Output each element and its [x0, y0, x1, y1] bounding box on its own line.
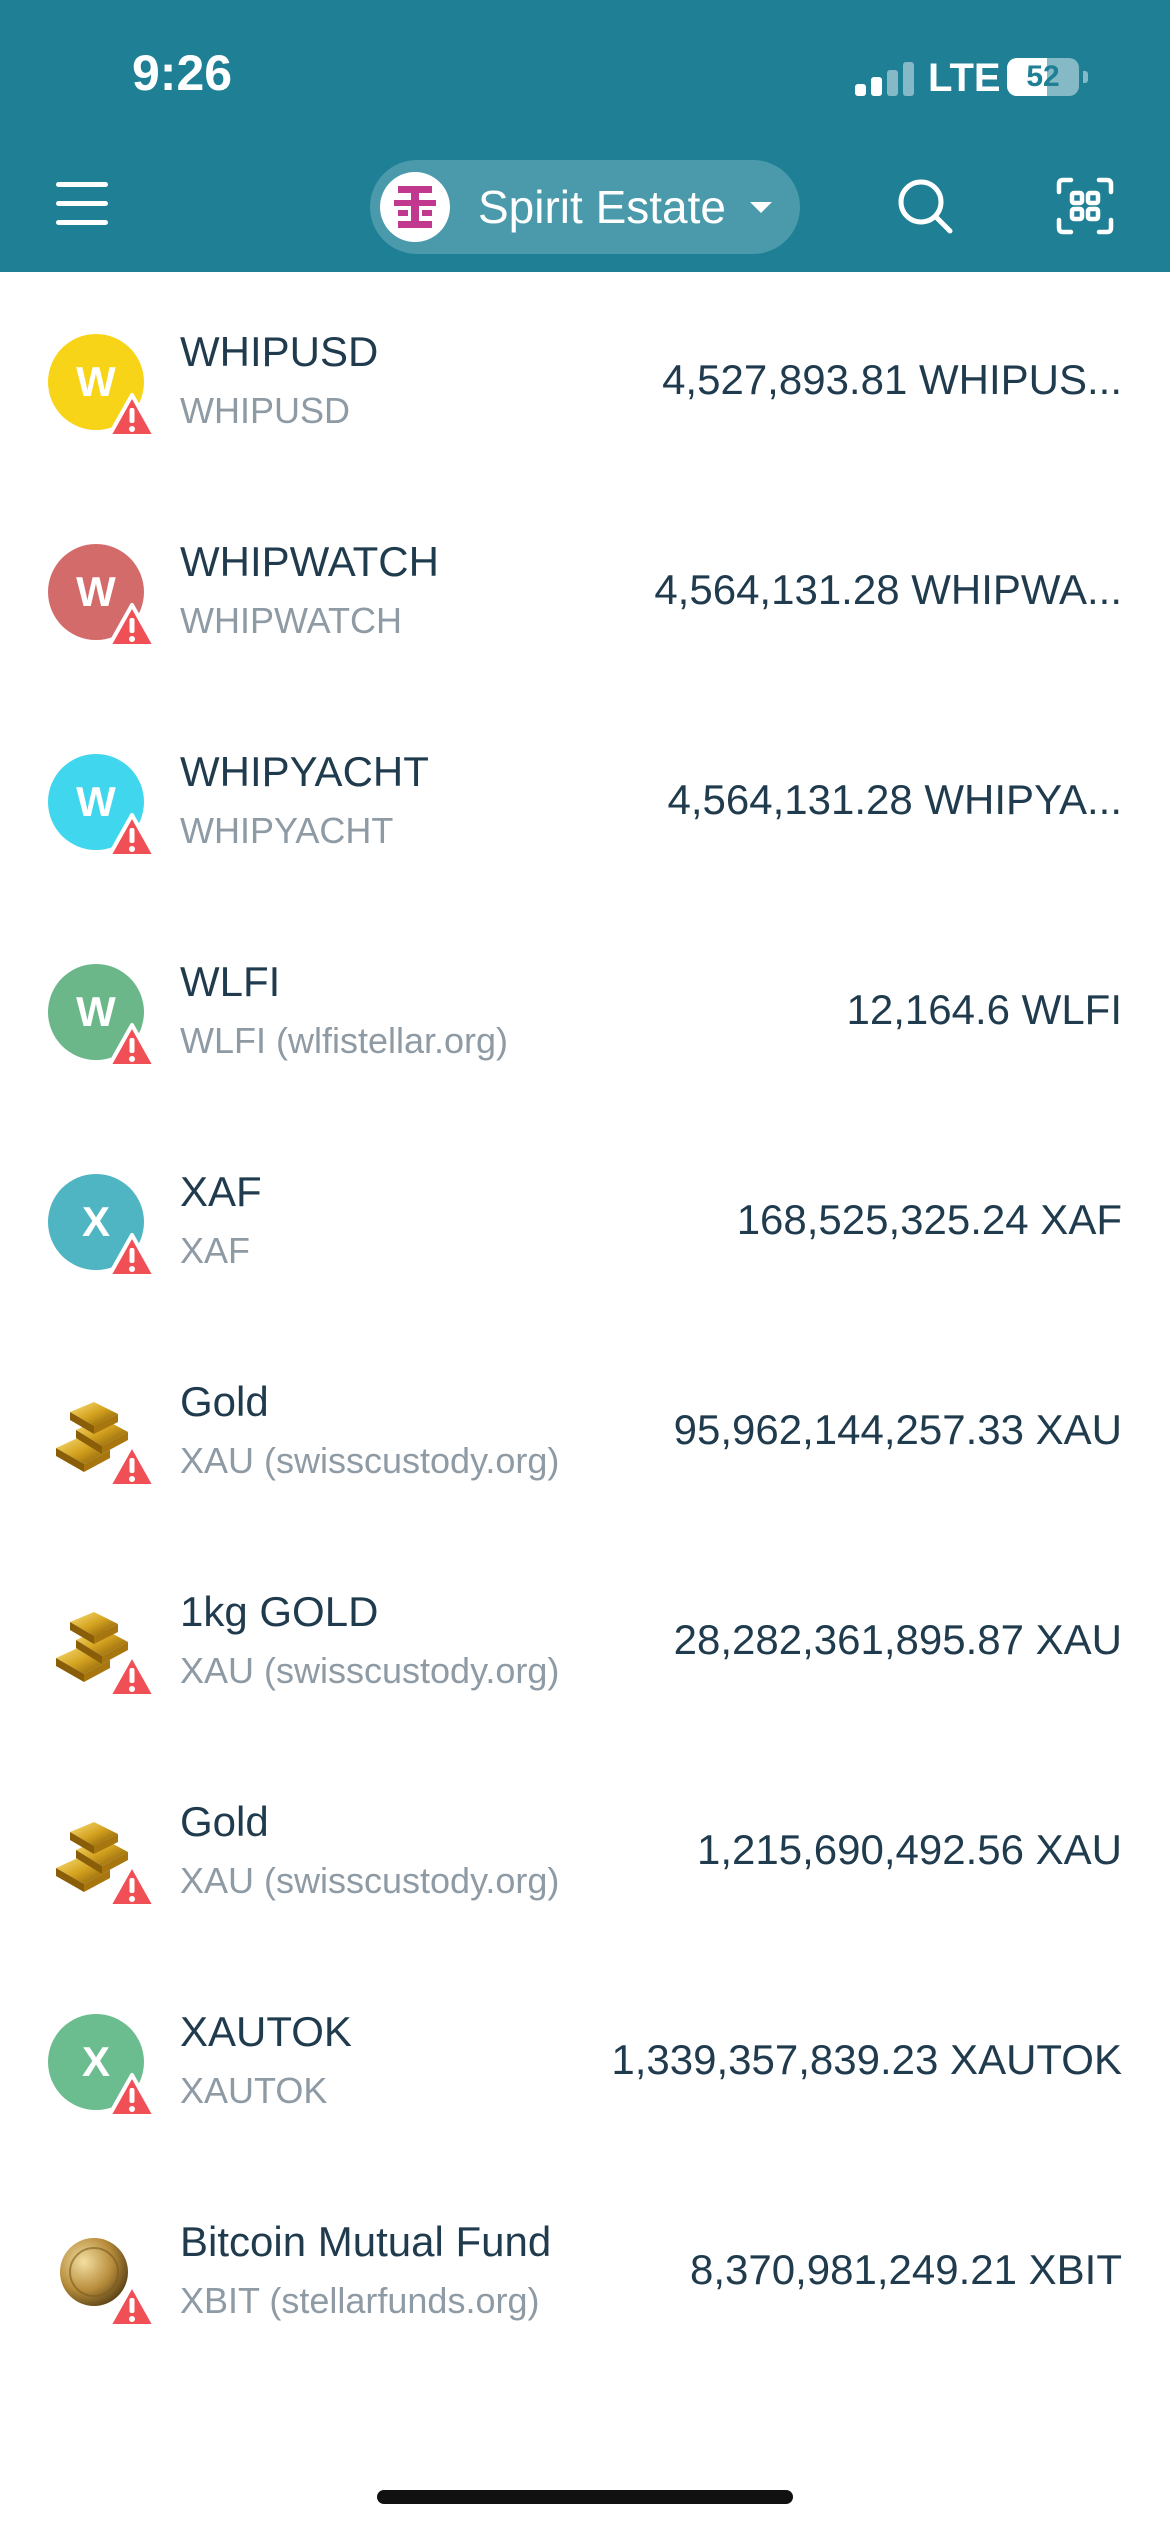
network-type: LTE [928, 56, 1001, 100]
home-indicator[interactable] [377, 2490, 793, 2504]
asset-code: XAF [180, 1230, 251, 1271]
asset-row[interactable]: W WHIPUSD WHIPUSD 4,527,893.81 WHIPUS... [0, 272, 1170, 482]
menu-icon[interactable] [52, 176, 112, 230]
warning-icon [106, 2282, 158, 2330]
status-time: 9:26 [132, 45, 233, 101]
asset-code: WHIPUSD [180, 390, 350, 431]
asset-row[interactable]: W WLFI WLFI (wlfistellar.org) 12,164.6 WLFI [0, 902, 1170, 1112]
asset-balance: 28,282,361,895.87 XAU [673, 1616, 1122, 1663]
warning-icon [106, 2072, 158, 2120]
warning-icon [106, 1022, 158, 1070]
asset-row[interactable]: Gold XAU (swisscustody.org) 1,215,690,492.… [0, 1742, 1170, 1952]
asset-row[interactable]: W WHIPYACHT WHIPYACHT 4,564,131.28 WHIPYA..… [0, 692, 1170, 902]
app-header: 9:26 LTE 52 Spirit Estate [0, 0, 1170, 272]
asset-row[interactable]: Bitcoin Mutual Fund XBIT (stellarfunds.or… [0, 2162, 1170, 2372]
asset-name: XAUTOK [180, 2008, 352, 2055]
search-icon[interactable] [895, 176, 955, 236]
asset-code: WHIPYACHT [180, 810, 394, 851]
asset-balance: 4,564,131.28 WHIPYA... [667, 776, 1122, 823]
asset-name: WLFI [180, 958, 281, 1005]
battery-icon: 52 [1007, 58, 1088, 96]
asset-balance: 168,525,325.24 XAF [736, 1196, 1122, 1243]
asset-balance: 1,215,690,492.56 XAU [696, 1826, 1122, 1873]
account-switcher[interactable]: Spirit Estate [370, 160, 800, 254]
account-avatar [380, 172, 450, 242]
asset-balance: 8,370,981,249.21 XBIT [690, 2246, 1122, 2293]
asset-code: XAU (swisscustody.org) [180, 1860, 560, 1901]
warning-icon [106, 1442, 158, 1490]
asset-row[interactable]: X XAF XAF 168,525,325.24 XAF [0, 1112, 1170, 1322]
warning-icon [106, 1862, 158, 1910]
qr-scan-icon[interactable] [1055, 176, 1115, 236]
asset-code: XAUTOK [180, 2070, 328, 2111]
asset-code: XAU (swisscustody.org) [180, 1650, 560, 1691]
warning-icon [106, 812, 158, 860]
warning-icon [106, 1232, 158, 1280]
asset-balance: 95,962,144,257.33 XAU [673, 1406, 1122, 1453]
asset-name: Gold [180, 1798, 269, 1845]
asset-name: 1kg GOLD [180, 1588, 379, 1635]
asset-name: WHIPYACHT [180, 748, 429, 795]
asset-code: XAU (swisscustody.org) [180, 1440, 560, 1481]
asset-code: WHIPWATCH [180, 600, 402, 641]
asset-row[interactable]: X XAUTOK XAUTOK 1,339,357,839.23 XAUTOK [0, 1952, 1170, 2162]
warning-icon [106, 602, 158, 650]
asset-balance: 4,527,893.81 WHIPUS... [662, 356, 1122, 403]
chevron-down-icon [750, 202, 772, 213]
asset-row[interactable]: 1kg GOLD XAU (swisscustody.org) 28,282,361… [0, 1532, 1170, 1742]
asset-list: W WHIPUSD WHIPUSD 4,527,893.81 WHIPUS... W WH… [0, 272, 1170, 2372]
asset-balance: 4,564,131.28 WHIPWA... [654, 566, 1122, 613]
warning-icon [106, 392, 158, 440]
asset-code: WLFI (wlfistellar.org) [180, 1020, 509, 1061]
account-name: Spirit Estate [478, 181, 726, 233]
asset-balance: 12,164.6 WLFI [846, 986, 1122, 1033]
asset-name: Bitcoin Mutual Fund [180, 2218, 552, 2265]
warning-icon [106, 1652, 158, 1700]
battery-level: 52 [1026, 60, 1060, 93]
asset-code: XBIT (stellarfunds.org) [180, 2280, 540, 2321]
asset-name: XAF [180, 1168, 262, 1215]
asset-name: WHIPWATCH [180, 538, 439, 585]
signal-strength-icon [855, 62, 915, 96]
asset-row[interactable]: W WHIPWATCH WHIPWATCH 4,564,131.28 WHIPWA..… [0, 482, 1170, 692]
asset-name: Gold [180, 1378, 269, 1425]
asset-name: WHIPUSD [180, 328, 379, 375]
asset-balance: 1,339,357,839.23 XAUTOK [611, 2036, 1122, 2083]
asset-row[interactable]: Gold XAU (swisscustody.org) 95,962,144,257… [0, 1322, 1170, 1532]
